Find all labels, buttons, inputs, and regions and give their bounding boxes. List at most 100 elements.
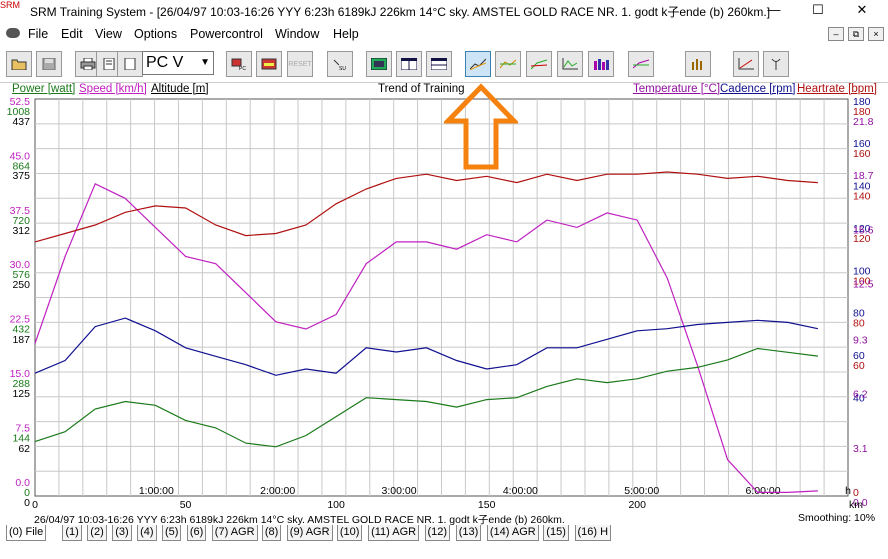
- line-chart-icon: [633, 59, 649, 69]
- session-tab[interactable]: (2): [87, 525, 107, 541]
- trend-chart-icon: [470, 58, 486, 70]
- session-tab[interactable]: (13): [455, 525, 482, 541]
- split-view-button[interactable]: [396, 51, 422, 77]
- pc-settings-icon: [261, 58, 277, 70]
- menu-file[interactable]: File: [28, 27, 48, 41]
- menu-view[interactable]: View: [95, 27, 122, 41]
- time-tick-label: 1:00:00: [139, 485, 174, 497]
- cadence-tick-label: 80: [853, 308, 865, 320]
- cadence-tick-label: 160: [853, 138, 871, 150]
- legend-heartrate: Heartrate [bpm]: [797, 83, 877, 95]
- stacked-view-button[interactable]: [426, 51, 452, 77]
- cadence-tick-label: 60: [853, 350, 865, 362]
- mode-select[interactable]: PC V ▼: [142, 51, 214, 75]
- line-chart-icon: [562, 58, 578, 70]
- pc-su-button[interactable]: SU: [327, 51, 353, 77]
- minimize-button[interactable]: —: [752, 0, 796, 20]
- close-button[interactable]: ✕: [840, 0, 884, 20]
- menu-help[interactable]: Help: [333, 27, 359, 41]
- time-tick-label: 2:00:00: [260, 485, 295, 497]
- scatter-button[interactable]: [733, 51, 759, 77]
- save-icon: [42, 58, 56, 70]
- session-tab[interactable]: (14) AGR: [486, 525, 539, 541]
- menu-window[interactable]: Window: [275, 27, 319, 41]
- legend-altitude: Altitude [m]: [151, 83, 209, 95]
- mdi-minimize-icon[interactable]: –: [828, 27, 844, 41]
- altitude-tick-label: 312: [12, 225, 30, 237]
- km-tick-label: 50: [180, 499, 192, 511]
- km-tick-label: km: [849, 499, 863, 511]
- page-setup-button[interactable]: [117, 51, 143, 77]
- session-tab[interactable]: (5): [162, 525, 182, 541]
- km-tick-label: 200: [628, 499, 646, 511]
- menu-bar: File Edit View Options Powercontrol Wind…: [0, 23, 888, 45]
- antenna-icon: [771, 58, 781, 70]
- maximize-button[interactable]: ☐: [796, 0, 840, 20]
- right-axes: 0608010012014016018040608010012014016018…: [853, 96, 874, 509]
- line-chart-icon: [500, 59, 516, 69]
- chart-grid: [34, 98, 849, 497]
- orange-arrow-icon: [444, 83, 518, 170]
- session-tab[interactable]: (7) AGR: [211, 525, 258, 541]
- session-tabs: (0) File (1) (2) (3) (4) (5) (6) (7) AGR (8) (9) …: [0, 523, 888, 543]
- reset-button[interactable]: RESET: [287, 51, 313, 77]
- altitude-tick-label: 125: [12, 388, 30, 400]
- mode-select-value: PC V: [146, 54, 184, 71]
- split-view-icon: [401, 58, 417, 70]
- altitude-tick-label: 375: [12, 170, 30, 182]
- time-tick-label: 3:00:00: [382, 485, 417, 497]
- svg-text:PC: PC: [239, 66, 246, 70]
- mdi-close-icon[interactable]: ×: [868, 27, 884, 41]
- histogram-icon: [692, 59, 702, 70]
- pc-settings-button[interactable]: [256, 51, 282, 77]
- mdi-restore-icon[interactable]: ⧉: [848, 27, 864, 41]
- km-tick-label: 0: [32, 499, 38, 511]
- histogram-button[interactable]: [685, 51, 711, 77]
- system-menu-icon[interactable]: [6, 28, 20, 38]
- chart-view-4-button[interactable]: [557, 51, 583, 77]
- session-tab[interactable]: (8): [261, 525, 282, 541]
- chevron-down-icon: ▼: [200, 57, 210, 68]
- time-tick-label: h: [845, 485, 851, 497]
- time-tick-label: 4:00:00: [503, 485, 538, 497]
- chart-view-6-button[interactable]: [628, 51, 654, 77]
- save-button[interactable]: [36, 51, 62, 77]
- folder-icon: [11, 59, 27, 70]
- altitude-tick-label: 0: [24, 497, 30, 509]
- session-tab[interactable]: (16) H: [574, 525, 612, 541]
- menu-edit[interactable]: Edit: [61, 27, 83, 41]
- transmitter-button[interactable]: [763, 51, 789, 77]
- session-tab[interactable]: (1): [62, 525, 82, 541]
- chart-view-2-button[interactable]: [495, 51, 521, 77]
- temperature-tick-label: 18.7: [853, 170, 874, 182]
- map-view-button[interactable]: [366, 51, 392, 77]
- menu-options[interactable]: Options: [134, 27, 177, 41]
- menu-powercontrol[interactable]: Powercontrol: [190, 27, 263, 41]
- open-file-button[interactable]: [6, 51, 32, 77]
- session-tab[interactable]: (15): [543, 525, 569, 541]
- session-tab[interactable]: (11) AGR: [368, 525, 420, 541]
- legend-temperature: Temperature [°C]: [633, 83, 721, 95]
- session-tab[interactable]: (4): [137, 525, 157, 541]
- session-tab[interactable]: (3): [112, 525, 132, 541]
- session-tab[interactable]: (6): [186, 525, 207, 541]
- session-tab[interactable]: (0) File: [6, 525, 47, 541]
- session-tab[interactable]: (9) AGR: [286, 525, 333, 541]
- temperature-tick-label: 6.2: [853, 389, 868, 401]
- time-tick-label: 6:00:00: [746, 485, 781, 497]
- cadence-tick-label: 140: [853, 181, 871, 193]
- svg-text:SU: SU: [339, 66, 346, 70]
- stacked-view-icon: [431, 58, 447, 70]
- trend-of-training-button[interactable]: [465, 51, 491, 77]
- window-title: SRM Training System - [26/04/97 10:03-16…: [30, 5, 771, 19]
- session-tab[interactable]: (12): [424, 525, 451, 541]
- scatter-icon: [738, 58, 754, 70]
- chart-view-5-button[interactable]: [588, 51, 614, 77]
- pc-download-button[interactable]: PC: [226, 51, 252, 77]
- chart-view-3-button[interactable]: [526, 51, 552, 77]
- session-tab[interactable]: (10): [336, 525, 363, 541]
- temperature-tick-label: 9.3: [853, 334, 868, 346]
- title-bar: SRM SRM Training System - [26/04/97 10:0…: [0, 0, 888, 22]
- legend-power: Power [watt]: [12, 83, 76, 95]
- bar-chart-icon: [594, 59, 609, 70]
